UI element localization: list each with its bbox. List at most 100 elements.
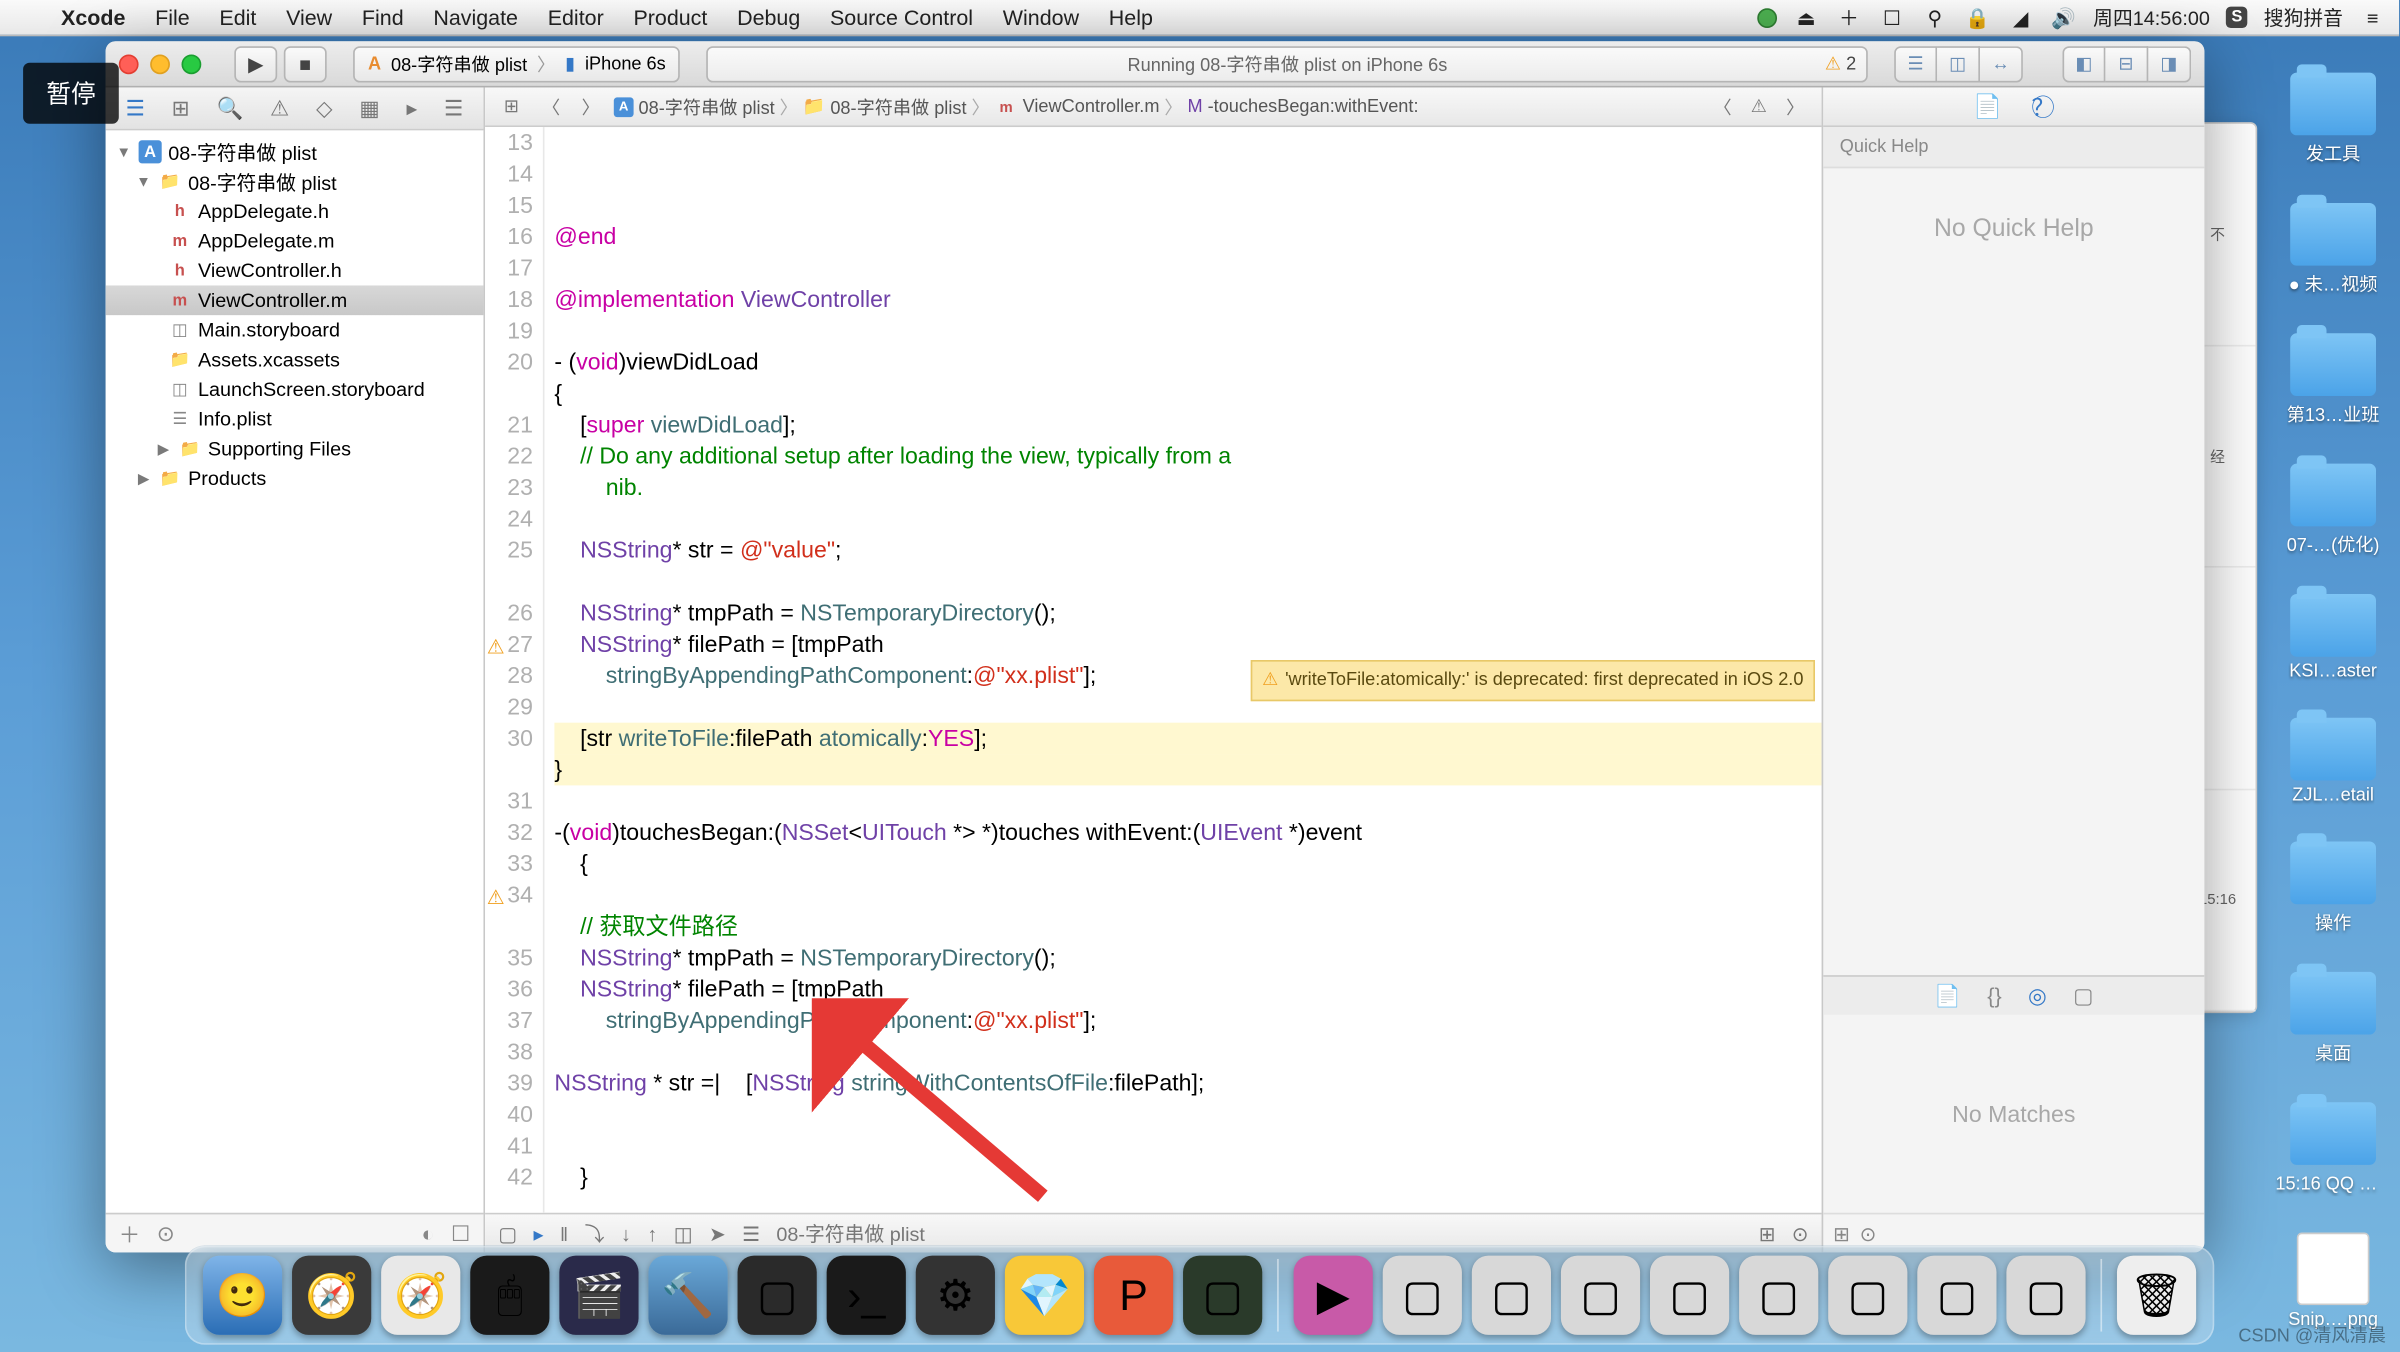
assistant-editor-button[interactable]: ◫ — [1937, 45, 1980, 81]
next-issue-button[interactable]: 〉 — [1779, 92, 1812, 122]
tree-group[interactable]: ▶📁Products — [106, 464, 484, 494]
tree-file-selected[interactable]: mViewController.m — [106, 285, 484, 315]
menu-edit[interactable]: Edit — [205, 5, 272, 30]
dock-editor[interactable]: ▢ — [738, 1256, 817, 1335]
dock-media-player[interactable]: ▶ — [1294, 1256, 1373, 1335]
desktop-folder[interactable]: 桌面 — [2284, 972, 2383, 1066]
pause-overlay[interactable]: 暂停 — [23, 63, 119, 124]
dock-settings[interactable]: ⚙ — [916, 1256, 995, 1335]
dock-safari[interactable]: 🧭 — [381, 1256, 460, 1335]
tree-file[interactable]: ◫Main.storyboard — [106, 315, 484, 345]
menu-navigate[interactable]: Navigate — [418, 5, 532, 30]
menu-find[interactable]: Find — [347, 5, 418, 30]
back-button[interactable]: 〈 — [535, 92, 568, 122]
recent-filter-icon[interactable]: ◐ — [422, 1221, 435, 1246]
run-button[interactable]: ▶ — [234, 45, 277, 81]
dock-app[interactable]: P — [1094, 1256, 1173, 1335]
zoom-button[interactable] — [182, 54, 202, 74]
tree-group[interactable]: ▶📁Supporting Files — [106, 434, 484, 464]
debug-navigator-tab[interactable]: ▦ — [359, 95, 379, 121]
pause-button[interactable]: ‖ — [560, 1222, 568, 1245]
prev-issue-button[interactable]: 〈 — [1706, 92, 1739, 122]
menu-debug[interactable]: Debug — [722, 5, 815, 30]
version-editor-button[interactable]: ↔ — [1980, 45, 2023, 81]
wifi-icon[interactable]: ◢ — [2007, 4, 2033, 30]
desktop-folder[interactable]: KSI…aster — [2284, 594, 2383, 681]
code-snippet-tab[interactable]: {} — [1987, 983, 2001, 1008]
dock-minimized-window[interactable]: ▢ — [1739, 1256, 1818, 1335]
code-editor[interactable]: 1314151617181920212223242526⚠27282930313… — [485, 127, 1822, 1213]
dock-minimized-window[interactable]: ▢ — [1561, 1256, 1640, 1335]
desktop-folder[interactable]: 15:16 QQ 框架 — [2284, 1102, 2383, 1196]
dock-sketch[interactable]: 💎 — [1005, 1256, 1084, 1335]
menu-view[interactable]: View — [271, 5, 347, 30]
breakpoint-navigator-tab[interactable]: ▸ — [406, 95, 417, 121]
dock-xcode[interactable]: 🔨 — [648, 1256, 727, 1335]
status-dot-icon[interactable] — [1757, 7, 1777, 27]
desktop-file[interactable]: Snip….png — [2284, 1233, 2383, 1330]
tree-group[interactable]: ▼📁08-字符串做 plist — [106, 167, 484, 197]
menu-product[interactable]: Product — [619, 5, 723, 30]
ime-label[interactable]: 搜狗拼音 — [2264, 3, 2343, 31]
toggle-utilities-button[interactable]: ◨ — [2148, 45, 2191, 81]
source-text[interactable]: @end @implementation ViewController - (v… — [545, 127, 1822, 1213]
tree-project-root[interactable]: ▼A08-字符串做 plist — [106, 137, 484, 167]
related-items-button[interactable]: ⊞ — [495, 92, 528, 122]
dock-terminal[interactable]: ›_ — [827, 1256, 906, 1335]
inline-warning[interactable]: ⚠ 'writeToFile:atomically:' is deprecate… — [1251, 660, 1815, 701]
filter-button[interactable]: ⊙ — [1792, 1222, 1809, 1245]
clock[interactable]: 周四14:56:00 — [2093, 3, 2210, 31]
eject-icon[interactable]: ⏏ — [1793, 4, 1819, 30]
display-icon[interactable]: ☐ — [1879, 4, 1905, 30]
dock-trash[interactable]: 🗑 — [2117, 1256, 2196, 1335]
desktop-folder[interactable]: 07-…(优化) — [2284, 464, 2383, 558]
stop-button[interactable]: ■ — [284, 45, 327, 81]
tree-file[interactable]: 📁Assets.xcassets — [106, 345, 484, 375]
tree-file[interactable]: mAppDelegate.m — [106, 226, 484, 256]
project-tree[interactable]: ▼A08-字符串做 plist ▼📁08-字符串做 plist hAppDele… — [106, 130, 484, 1212]
standard-editor-button[interactable]: ☰ — [1894, 45, 1937, 81]
dock-mouse[interactable]: 🖱 — [470, 1256, 549, 1335]
close-button[interactable] — [119, 54, 139, 74]
desktop-folder[interactable]: 发工具 — [2284, 73, 2383, 167]
find-navigator-tab[interactable]: 🔍 — [216, 95, 243, 121]
grid-view-icon[interactable]: ⊞ — [1833, 1222, 1850, 1245]
dock-minimized-window[interactable]: ▢ — [1917, 1256, 1996, 1335]
test-navigator-tab[interactable]: ◇ — [316, 95, 333, 121]
report-navigator-tab[interactable]: ☰ — [444, 95, 463, 121]
desktop-folder[interactable]: ZJL…etail — [2284, 718, 2383, 805]
quickhelp-inspector-tab[interactable]: ？⃝ — [2032, 90, 2055, 123]
issue-list-button[interactable]: ⚠ — [1742, 92, 1775, 122]
desktop-folder[interactable]: 操作 — [2284, 842, 2383, 936]
plus-icon[interactable]: ＋ — [1836, 4, 1862, 30]
dock-dashboard[interactable]: 🧭 — [292, 1256, 371, 1335]
dock-minimized-window[interactable]: ▢ — [1472, 1256, 1551, 1335]
tree-file[interactable]: hAppDelegate.h — [106, 196, 484, 226]
menu-help[interactable]: Help — [1094, 5, 1168, 30]
minimize-button[interactable] — [150, 54, 170, 74]
media-library-tab[interactable]: ▢ — [2073, 983, 2093, 1009]
scheme-selector[interactable]: A 08-字符串做 plist 〉 ▮ iPhone 6s — [353, 45, 680, 81]
tree-file[interactable]: ◫LaunchScreen.storyboard — [106, 375, 484, 405]
dock-minimized-window[interactable]: ▢ — [1650, 1256, 1729, 1335]
step-out-button[interactable]: ↑ — [647, 1222, 657, 1245]
dock-minimized-window[interactable]: ▢ — [1828, 1256, 1907, 1335]
debug-target[interactable]: 08-字符串做 plist — [776, 1219, 925, 1247]
view-debug-button[interactable]: ◫ — [674, 1222, 693, 1245]
toggle-navigator-button[interactable]: ◧ — [2063, 45, 2106, 81]
notification-icon[interactable]: ≡ — [2360, 4, 2386, 30]
filter-button[interactable]: ⊙ — [157, 1220, 175, 1246]
dock-minimized-window[interactable]: ▢ — [1383, 1256, 1462, 1335]
dock-media[interactable]: 🎬 — [559, 1256, 638, 1335]
continue-button[interactable]: ▸ — [534, 1222, 544, 1245]
volume-icon[interactable]: 🔊 — [2050, 4, 2076, 30]
bluetooth-icon[interactable]: ⚲ — [1922, 4, 1948, 30]
file-inspector-tab[interactable]: 📄 — [1973, 92, 2002, 120]
symbol-navigator-tab[interactable]: ⊞ — [172, 95, 190, 121]
menu-file[interactable]: File — [140, 5, 204, 30]
dock-minimized-window[interactable]: ▢ — [2006, 1256, 2085, 1335]
issue-navigator-tab[interactable]: ⚠ — [270, 95, 289, 121]
add-button[interactable]: ＋ — [119, 1218, 140, 1249]
ime-indicator[interactable]: S — [2226, 7, 2247, 28]
app-menu[interactable]: Xcode — [46, 5, 140, 30]
